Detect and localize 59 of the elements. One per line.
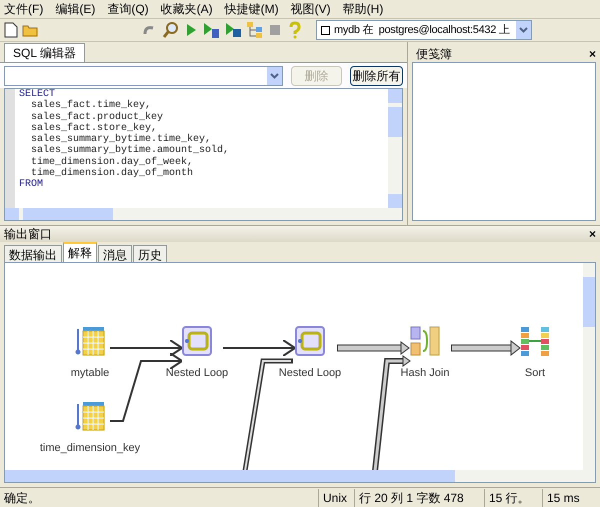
close-button[interactable]: × <box>588 225 596 243</box>
output-tab[interactable]: 解释 <box>63 242 97 262</box>
menu-item[interactable]: 编辑(E) <box>55 0 96 18</box>
sort-icon <box>519 325 551 357</box>
chevron-down-icon <box>270 72 279 78</box>
output-tab[interactable]: 历史 <box>133 245 167 262</box>
plan-node-label: time_dimension_key <box>40 441 140 456</box>
delete-all-button[interactable]: 删除所有 <box>350 66 403 86</box>
folder-icon[interactable] <box>22 23 38 37</box>
editor-tab[interactable]: SQL 编辑器 <box>4 43 85 62</box>
hash-join-icon <box>409 325 441 357</box>
sql-code-line: sales_summary_bytime.amount_sold, <box>30 145 230 156</box>
sql-code-line: sales_fact.store_key, <box>30 122 158 134</box>
plan-node-label: Nested Loop <box>166 366 228 381</box>
sql-editor[interactable]: SELECT sales_fact.time_key, sales_fact.product_key sales_fact.store_key, sales_summary_bytime.time_key, sales_summary_bytime.amount_sold, time_dimension.day_of_week, time_dimension.day_of_month FROM <box>4 88 403 221</box>
sql-keyword: SELECT <box>19 89 56 100</box>
table-icon <box>75 325 105 357</box>
plan-arrow <box>451 340 521 356</box>
save-run-icon[interactable] <box>224 21 242 39</box>
sql-code-line: sales_fact.time_key, <box>30 100 152 112</box>
menu-item[interactable]: 收藏夹(A) <box>160 0 213 18</box>
status-text: Unix <box>318 488 354 506</box>
plan-node-label: Sort <box>524 366 546 381</box>
menu-item[interactable]: 文件(F) <box>4 0 44 18</box>
search-icon[interactable] <box>162 21 180 39</box>
connection-text: mydb 在 postgres@localhost:5432 上 <box>334 22 511 38</box>
sql-code-line: sales_fact.product_key <box>30 112 164 123</box>
plan-node-label: Hash Join <box>400 366 450 381</box>
close-button[interactable]: × <box>588 45 596 63</box>
output-tab[interactable]: 消息 <box>98 245 132 262</box>
panel-title: 输出窗口 <box>4 226 52 243</box>
connection-dropdown[interactable]: mydb 在 postgres@localhost:5432 上 <box>316 20 532 40</box>
panel-title: 便笺簿 <box>416 46 452 63</box>
play-icon[interactable] <box>184 22 198 38</box>
tree-icon[interactable] <box>246 21 264 39</box>
stop-icon[interactable] <box>268 23 282 37</box>
menu-item[interactable]: 查询(Q) <box>107 0 149 18</box>
sql-keyword: FROM <box>19 179 44 191</box>
sql-code-line: time_dimension.day_of_week, <box>30 156 194 168</box>
chevron-down-icon <box>519 27 528 33</box>
status-text: 确定。 <box>3 490 41 506</box>
status-text: 15 ms <box>542 488 600 506</box>
sql-code-line: sales_summary_bytime.time_key, <box>30 134 212 146</box>
plan-node-label: Nested Loop <box>278 366 342 381</box>
output-tab[interactable]: 数据输出 <box>4 245 62 262</box>
menu-item[interactable]: 帮助(H) <box>342 0 384 18</box>
scratch-pad[interactable] <box>412 62 596 221</box>
plan-node-label: mytable <box>70 366 110 381</box>
loop-icon <box>294 325 326 357</box>
query-history-dropdown[interactable] <box>4 66 283 86</box>
sql-code-line: time_dimension.day_of_month <box>31 168 194 180</box>
loop-icon <box>181 325 213 357</box>
status-text: 行 20 列 1 字数 478 <box>354 488 484 506</box>
table-icon <box>75 400 105 432</box>
status-text: 15 行。 <box>484 488 542 506</box>
run-script-icon[interactable] <box>202 21 220 39</box>
menu-item[interactable]: 视图(V) <box>290 0 331 18</box>
menu-item[interactable]: 快捷键(M) <box>224 0 279 18</box>
new-file-icon[interactable] <box>4 22 18 38</box>
